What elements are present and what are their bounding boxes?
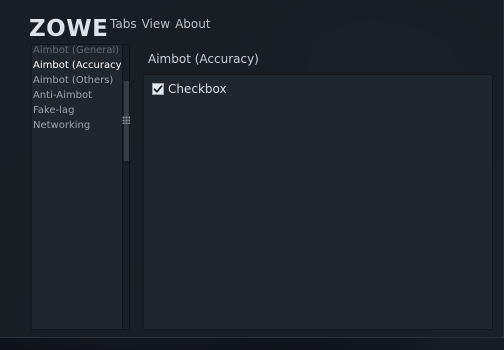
app-logo: ZOWE [29,16,109,42]
app-window: ZOWE Tabs View About Aimbot (General) Ai… [0,0,504,338]
sidebar-scrollbar[interactable] [122,45,129,329]
checkbox-label: Checkbox [168,82,227,96]
sidebar-item-fake-lag[interactable]: Fake-lag [32,103,122,118]
settings-panel: Checkbox [143,74,493,330]
sidebar-item-aimbot-others[interactable]: Aimbot (Others) [32,73,122,88]
sidebar: Aimbot (General) Aimbot (Accuracy) Aimbo… [31,44,130,330]
checkbox[interactable] [152,83,164,95]
sidebar-item-networking[interactable]: Networking [32,118,122,133]
sidebar-item-aimbot-general[interactable]: Aimbot (General) [32,45,122,58]
menu-bar: Tabs View About [110,17,211,31]
sidebar-item-anti-aimbot[interactable]: Anti-Aimbot [32,88,122,103]
header: ZOWE Tabs View About [0,0,504,44]
grip-icon[interactable] [122,116,130,124]
content-title: Aimbot (Accuracy) [148,52,259,66]
menu-item-view[interactable]: View [142,17,170,31]
sidebar-item-aimbot-accuracy[interactable]: Aimbot (Accuracy) [32,58,125,73]
menu-item-about[interactable]: About [175,17,210,31]
sidebar-list: Aimbot (General) Aimbot (Accuracy) Aimbo… [32,45,125,133]
checkbox-row[interactable]: Checkbox [152,82,227,96]
menu-item-tabs[interactable]: Tabs [110,17,137,31]
checkmark-icon [153,85,163,93]
content-area: Aimbot (Accuracy) Checkbox [140,44,496,330]
